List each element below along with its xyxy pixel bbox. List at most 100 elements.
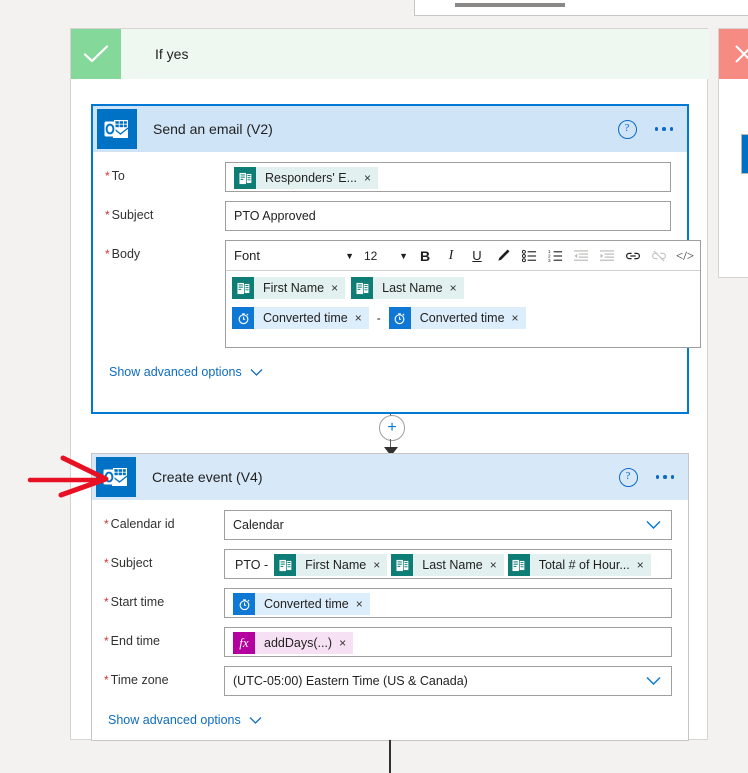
field-dropdown-calendar-id[interactable]: Calendar [224, 510, 672, 540]
token-remove-icon[interactable]: × [373, 554, 388, 576]
indent-icon [594, 243, 620, 269]
card-send-an-email-header[interactable]: Send an email (V2) ? [93, 106, 687, 152]
field-input-end-time[interactable]: fx addDays(...) × [224, 627, 672, 657]
token-responders-email[interactable]: Responders' E... × [234, 167, 379, 189]
italic-button[interactable]: I [438, 243, 464, 269]
numbered-list-icon[interactable]: 123 [542, 243, 568, 269]
field-input-event-subject[interactable]: PTO - First Name × Last Name × Total # o… [224, 549, 672, 579]
token-label: Converted time [255, 593, 356, 615]
token-last-name[interactable]: Last Name × [391, 554, 504, 576]
token-converted-time[interactable]: Converted time × [233, 593, 370, 615]
field-dropdown-time-zone[interactable]: (UTC-05:00) Eastern Time (US & Canada) [224, 666, 672, 696]
token-separator: - [376, 311, 381, 325]
token-label: Last Name [413, 554, 490, 576]
token-remove-icon[interactable]: × [489, 554, 504, 576]
add-step-icon[interactable]: + [379, 415, 405, 441]
ellipsis-icon[interactable] [655, 475, 674, 479]
code-view-icon[interactable]: </> [672, 243, 698, 269]
token-first-name[interactable]: First Name × [232, 277, 346, 299]
token-remove-icon[interactable]: × [355, 593, 370, 615]
card-send-an-email-title: Send an email (V2) [153, 121, 273, 137]
rich-text-editor-body[interactable]: Font ▼ 12 ▼ B I U 1 2 3 </> First Name ×… [225, 240, 701, 348]
forms-icon [274, 554, 297, 576]
show-advanced-options-event[interactable]: Show advanced options [92, 705, 688, 737]
show-advanced-options-email[interactable]: Show advanced options [93, 357, 687, 389]
font-family-dropdown[interactable]: Font ▼ [228, 248, 360, 263]
rich-text-line: First Name × Last Name × [232, 277, 694, 299]
card-create-event-title: Create event (V4) [152, 469, 263, 485]
chevron-down-icon [250, 366, 263, 379]
token-converted-time[interactable]: Converted time × [232, 307, 369, 329]
show-advanced-options-label: Show advanced options [109, 365, 242, 379]
clock-icon [232, 307, 254, 329]
help-icon[interactable]: ? [617, 119, 637, 139]
branch-if-yes-label: If yes [155, 46, 189, 62]
field-row-calendar-id: * Calendar id Calendar [92, 510, 688, 540]
chevron-down-icon[interactable] [646, 518, 661, 533]
forms-icon [351, 277, 374, 299]
token-remove-icon[interactable]: × [354, 307, 369, 329]
card-send-an-email[interactable]: Send an email (V2) ? * To Responders' E.… [91, 104, 701, 414]
partial-toolbar-bar [455, 3, 565, 7]
token-remove-icon[interactable]: × [364, 167, 379, 189]
flow-designer-canvas: If yes Send an email (V2) ? * To Respond… [0, 0, 748, 773]
token-label: Converted time [410, 307, 512, 329]
unlink-icon [646, 243, 672, 269]
forms-icon [507, 554, 530, 576]
font-size-value: 12 [364, 248, 378, 263]
required-asterisk: * [104, 634, 109, 648]
token-converted-time[interactable]: Converted time × [388, 307, 526, 329]
field-label-event-subject: * Subject [104, 556, 153, 570]
function-icon: fx [233, 632, 255, 654]
token-label: Responders' E... [256, 167, 365, 189]
token-remove-icon[interactable]: × [511, 307, 526, 329]
branch-if-no-header [719, 29, 748, 79]
token-remove-icon[interactable]: × [636, 554, 651, 576]
token-label: First Name [296, 554, 374, 576]
field-label-calendar-id: * Calendar id [104, 517, 175, 531]
token-remove-icon[interactable]: × [339, 632, 354, 654]
underline-button[interactable]: U [464, 243, 490, 269]
token-last-name[interactable]: Last Name × [351, 277, 464, 299]
card-create-event[interactable]: Create event (V4) ? * Calendar id Calenda… [91, 453, 689, 741]
required-asterisk: * [104, 595, 109, 609]
field-row-event-subject: * Subject PTO - First Name × Last Name ×… [92, 549, 688, 579]
flow-connector-line [389, 740, 391, 773]
field-row-body: * Body Font ▼ 12 ▼ B I U 1 2 3 </> First… [93, 240, 701, 348]
card-create-event-body: * Calendar id Calendar * Subject PTO - F… [92, 500, 688, 741]
bullet-list-icon[interactable] [516, 243, 542, 269]
check-icon [71, 29, 121, 79]
field-row-time-zone: * Time zone (UTC-05:00) Eastern Time (US … [92, 666, 688, 696]
close-icon [719, 29, 748, 79]
font-size-dropdown[interactable]: 12 ▼ [360, 249, 412, 263]
bold-button[interactable]: B [412, 243, 438, 269]
field-row-subject: * Subject PTO Approved [93, 201, 687, 231]
token-total-hours[interactable]: Total # of Hour... × [507, 554, 651, 576]
card-create-event-header[interactable]: Create event (V4) ? [92, 454, 688, 500]
token-add-days-expression[interactable]: fx addDays(...) × [233, 632, 354, 654]
branch-if-yes: If yes Send an email (V2) ? * To Respond… [70, 28, 709, 741]
outlook-icon [97, 109, 137, 149]
rich-text-line: Converted time × - Converted time × [232, 307, 694, 329]
required-asterisk: * [104, 673, 109, 687]
outlook-icon [96, 457, 136, 497]
svg-text:3: 3 [548, 258, 551, 263]
link-icon[interactable] [620, 243, 646, 269]
card-create-event-actions: ? [618, 454, 674, 500]
token-remove-icon[interactable]: × [449, 277, 464, 299]
forms-icon [234, 167, 256, 189]
ellipsis-icon[interactable] [654, 127, 673, 131]
token-first-name[interactable]: First Name × [274, 554, 388, 576]
clock-icon [233, 593, 255, 615]
field-label-body: * Body [105, 247, 141, 261]
token-remove-icon[interactable]: × [331, 277, 346, 299]
field-input-to[interactable]: Responders' E... × [225, 162, 671, 192]
rich-text-content[interactable]: First Name × Last Name × Converted time … [226, 271, 700, 347]
field-input-start-time[interactable]: Converted time × [224, 588, 672, 618]
field-input-subject[interactable]: PTO Approved [225, 201, 671, 231]
help-icon[interactable]: ? [618, 467, 638, 487]
pen-icon[interactable] [490, 243, 516, 269]
branch-if-no-action-icon[interactable] [741, 134, 748, 174]
chevron-down-icon[interactable] [646, 674, 661, 689]
field-row-to: * To Responders' E... × [93, 162, 687, 192]
